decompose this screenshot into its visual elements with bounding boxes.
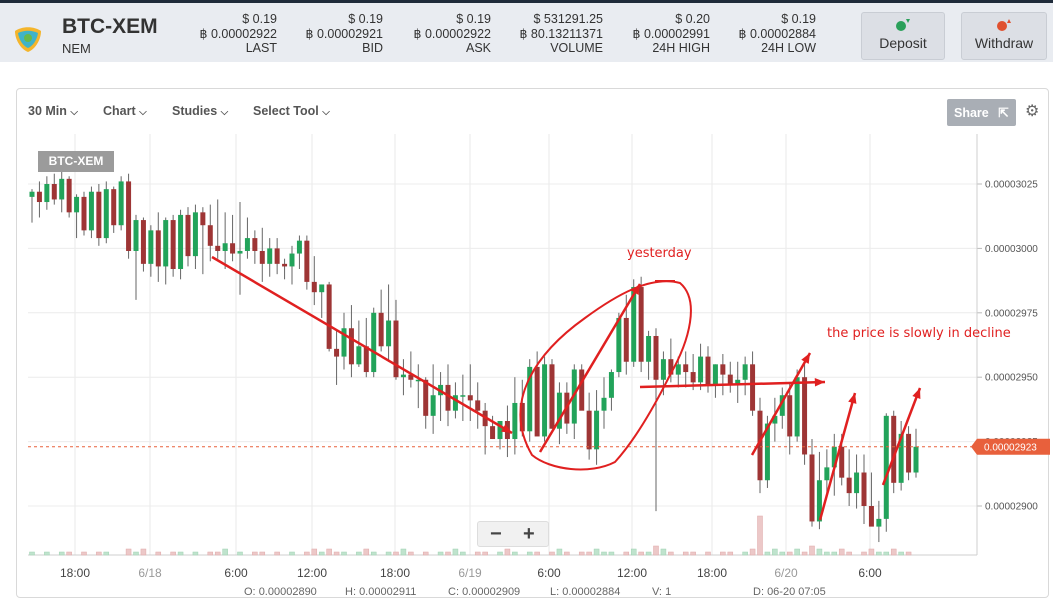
stat-usd: $ 531291.25	[533, 12, 603, 26]
ohlc-close: C: 0.00002909	[448, 586, 520, 598]
stat-label: 24H HIGH	[652, 41, 710, 55]
chart-label: Chart	[103, 104, 136, 118]
stat-label: VOLUME	[550, 41, 603, 55]
ohlc-key: V:	[652, 586, 662, 598]
ohlc-open: O: 0.00002890	[244, 586, 317, 598]
interval-label: 30 Min	[28, 104, 67, 118]
ohlc-value: 0.00002890	[258, 586, 317, 598]
ohlc-value: 06-20 07:05	[767, 586, 826, 598]
stat-24h-low: $ 0.19 ฿ 0.00002884 24H LOW	[739, 12, 816, 56]
deposit-label: Deposit	[879, 35, 927, 51]
stat-btc: ฿ 0.00002991	[632, 26, 710, 41]
stat-ask: $ 0.19 ฿ 0.00002922 ASK	[414, 12, 491, 56]
withdraw-label: Withdraw	[974, 35, 1034, 51]
chart-dropdown[interactable]: Chart ⌵	[103, 104, 147, 118]
share-button[interactable]: Share ⇱	[947, 99, 1016, 126]
ohlc-value: 0.00002884	[562, 586, 621, 598]
stat-btc: ฿ 0.00002921	[305, 26, 383, 41]
withdraw-button[interactable]: Withdraw	[961, 12, 1047, 60]
stat-usd: $ 0.19	[781, 12, 816, 26]
market-header: BTC-XEM NEM $ 0.19 ฿ 0.00002922 LAST $ 0…	[0, 0, 1053, 62]
ohlc-value: 0.00002911	[359, 586, 417, 598]
stat-label: LAST	[245, 41, 277, 55]
chevron-down-icon: ⌵	[322, 107, 330, 118]
studies-label: Studies	[172, 104, 218, 118]
stat-usd: $ 0.20	[675, 12, 710, 26]
deposit-icon	[896, 19, 910, 31]
stat-usd: $ 0.19	[242, 12, 277, 26]
pair-title: BTC-XEM	[62, 15, 158, 38]
chevron-down-icon: ⌵	[70, 107, 78, 118]
chevron-down-icon: ⌵	[139, 107, 147, 118]
deposit-button[interactable]: Deposit	[861, 12, 945, 60]
ohlc-key: H:	[345, 586, 356, 598]
stat-btc: ฿ 0.00002922	[413, 26, 491, 41]
stat-volume: $ 531291.25 ฿ 80.13211371 VOLUME	[520, 12, 604, 56]
stat-btc: ฿ 0.00002884	[738, 26, 816, 41]
ohlc-high: H: 0.00002911	[345, 586, 416, 598]
nem-logo-icon	[15, 27, 41, 52]
ohlc-key: C:	[448, 586, 459, 598]
stat-label: ASK	[465, 41, 491, 55]
ohlc-low: L: 0.00002884	[550, 586, 620, 598]
ohlc-volume: V: 1	[652, 586, 671, 598]
withdraw-icon	[997, 19, 1011, 31]
stat-btc: ฿ 0.00002922	[199, 26, 277, 41]
ohlc-value: 1	[665, 586, 672, 598]
symbol-tag: BTC-XEM	[38, 151, 114, 172]
stat-label: BID	[362, 41, 383, 55]
ohlc-value: 0.00002909	[462, 586, 521, 598]
stat-24h-high: $ 0.20 ฿ 0.00002991 24H HIGH	[633, 12, 710, 56]
select-tool-dropdown[interactable]: Select Tool ⌵	[253, 104, 330, 118]
select-tool-label: Select Tool	[253, 104, 319, 118]
share-label: Share	[954, 106, 989, 120]
stat-bid: $ 0.19 ฿ 0.00002921 BID	[306, 12, 383, 56]
ohlc-key: O:	[244, 586, 256, 598]
stat-label: 24H LOW	[761, 41, 816, 55]
ohlc-key: D:	[753, 586, 764, 598]
zoom-control: − +	[477, 521, 549, 547]
stat-usd: $ 0.19	[456, 12, 491, 26]
chevron-down-icon: ⌵	[220, 107, 229, 118]
zoom-out-icon[interactable]: −	[490, 523, 502, 546]
studies-dropdown[interactable]: Studies ⌵	[172, 104, 228, 118]
stat-btc: ฿ 80.13211371	[519, 26, 604, 41]
ohlc-date: D: 06-20 07:05	[753, 586, 826, 598]
coin-name: NEM	[62, 41, 91, 56]
gear-icon[interactable]: ⚙	[1025, 101, 1039, 121]
share-icon: ⇱	[998, 106, 1009, 120]
interval-dropdown[interactable]: 30 Min ⌵	[28, 104, 78, 118]
stat-usd: $ 0.19	[348, 12, 383, 26]
stat-last: $ 0.19 ฿ 0.00002922 LAST	[200, 12, 277, 56]
zoom-in-icon[interactable]: +	[523, 523, 535, 546]
ohlc-key: L:	[550, 586, 560, 598]
